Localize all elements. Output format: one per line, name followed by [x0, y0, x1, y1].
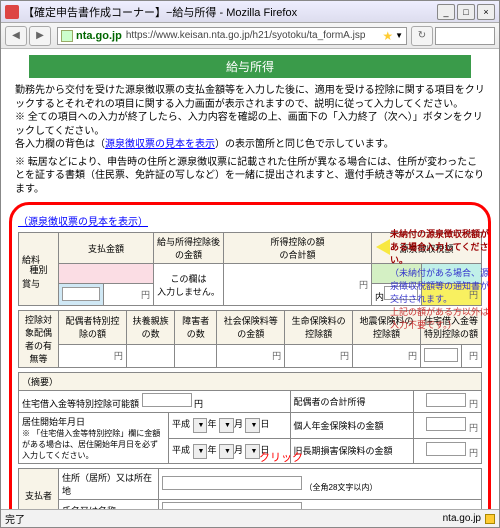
sec4-r2: 氏名又は名称 [59, 500, 159, 510]
col-kind: 種別 [19, 233, 59, 306]
row-bonus: 賞与 [22, 277, 40, 290]
url-full: https://www.keisan.nta.go.jp/h21/syotoku… [126, 30, 382, 41]
sec4-label: 支払者 [19, 469, 59, 510]
input-housing[interactable] [424, 348, 458, 362]
col-deduct: 所得控除の額 の合計額 [224, 233, 372, 264]
url-host: nta.go.jp [76, 30, 122, 42]
sec2-v2 [126, 344, 174, 367]
sec2-c4: 社会保険料等の金額 [217, 311, 285, 345]
url-bar[interactable]: nta.go.jp https://www.keisan.nta.go.jp/h… [57, 27, 407, 45]
search-box[interactable] [435, 27, 495, 45]
titlebar: 【確定申告書作成コーナー】−給与所得 - Mozilla Firefox _ □… [1, 1, 499, 23]
sec3-r2: 個人年金保険料の金額 [290, 413, 413, 439]
input-payer-addr[interactable] [162, 476, 302, 490]
cell-pay-pink [59, 264, 154, 284]
sec2-c3: 障害者の数 [175, 311, 217, 345]
input-spouse[interactable] [426, 393, 466, 407]
sec3-date1: 平成 年 月 日 [169, 413, 291, 439]
select-y2[interactable] [193, 444, 208, 459]
bookmark-icon[interactable]: ★ [382, 29, 393, 43]
cell-pay-yen: 円 [104, 284, 154, 306]
status-host: nta.go.jp [443, 513, 481, 524]
back-button[interactable]: ◀ [5, 26, 27, 46]
sec3-r1: 配偶者の合計所得 [290, 391, 413, 413]
instr-p1: 勤務先から交付を受けた源泉徴収票の支払金額等を入力した後に、適用を受ける控除に関… [15, 84, 485, 111]
lock-icon [61, 30, 73, 42]
sec4-r1v: （全角28文字以内） [159, 469, 482, 500]
statusbar: 完了 nta.go.jp [1, 509, 499, 527]
sec4-r1: 住所（居所）又は所在地 [59, 469, 159, 500]
sec2-v7b: 円 [462, 344, 482, 367]
page-title: 給与所得 [29, 55, 471, 78]
sec2-v4: 円 [217, 344, 285, 367]
firefox-icon [5, 5, 19, 19]
sec3-r2v: 円 [413, 413, 481, 439]
sec2-v1: 円 [59, 344, 127, 367]
input-payer-name[interactable] [162, 502, 302, 509]
window-title: 【確定申告書作成コーナー】−給与所得 - Mozilla Firefox [23, 4, 435, 20]
sec3-r1v: 円 [413, 391, 481, 413]
input-housing-possible[interactable] [142, 393, 192, 407]
forward-button[interactable]: ▶ [29, 26, 51, 46]
instructions: 勤務先から交付を受けた源泉徴収票の支払金額等を入力した後に、適用を受ける控除に関… [15, 84, 485, 196]
cell-deduct-sum: 円 [224, 264, 372, 306]
sec2-c1: 配偶者特別控除の額 [59, 311, 127, 345]
sec2-v6: 円 [353, 344, 421, 367]
reload-button[interactable]: ↻ [411, 26, 433, 46]
sec2-c2: 扶養親族の数 [126, 311, 174, 345]
sec3-line2: 居住開始年月日 ※ 「住宅借入金等特別控除」欄に金額がある場合は、居住開始年月日… [19, 413, 169, 464]
select-d1[interactable] [245, 418, 260, 433]
status-left: 完了 [5, 511, 25, 526]
page-content: 給与所得 勤務先から交付を受けた源泉徴収票の支払金額等を入力した後に、適用を受け… [1, 49, 499, 509]
status-lock-icon [485, 514, 495, 524]
select-y1[interactable] [193, 418, 208, 433]
minimize-button[interactable]: _ [437, 4, 455, 20]
sec2-v7a [421, 344, 462, 367]
sec3-r3v: 円 [413, 438, 481, 464]
col-pay: 支払金額 [59, 233, 154, 264]
input-bonus[interactable] [62, 287, 100, 301]
row-salary: 給料 [22, 253, 40, 266]
close-button[interactable]: × [477, 4, 495, 20]
instr-p2: ※ 全ての項目への入力が終了したら、入力内容を確認の上、画面下の「入力終了（次へ… [15, 111, 485, 138]
click-label: クリック [221, 449, 341, 465]
toolbar: ◀ ▶ nta.go.jp https://www.keisan.nta.go.… [1, 23, 499, 49]
sec4-r2v: （全角28文字以内） [159, 500, 482, 510]
instr-p3: 各入力欄の背色は（源泉徴収票の見本を表示）の表示箇所と同じ色で示しています。 [15, 138, 485, 152]
side-note: 未納付の源泉徴収税額がある場合入力してください。 （未納付がある場合、源泉徴収税… [390, 227, 490, 331]
input-longterm[interactable] [426, 442, 466, 456]
maximize-button[interactable]: □ [457, 4, 475, 20]
arrow-icon [376, 239, 390, 255]
sec2-label: 控除対象配偶者の有無等 [19, 311, 59, 368]
sample-link[interactable]: 源泉徴収票の見本を表示 [105, 139, 215, 150]
select-m1[interactable] [219, 418, 234, 433]
dropdown-icon[interactable]: ▼ [395, 31, 403, 40]
sec2-v5: 円 [285, 344, 353, 367]
sec2-v3 [175, 344, 217, 367]
cell-pay-blue [59, 284, 104, 306]
sec3-title: （摘要） [19, 373, 482, 391]
sec4-table: 支払者 住所（居所）又は所在地 （全角28文字以内） 氏名又は名称 （全角28文… [18, 468, 482, 509]
cell-mid-note: この欄は 入力しません。 [154, 264, 224, 306]
col-after: 給与所得控除後 の金額 [154, 233, 224, 264]
sec3-line1: 住宅借入金等特別控除可能額 円 [19, 391, 291, 413]
instr-p4: ※ 転居などにより、申告時の住所と源泉徴収票に記載された住所が異なる場合には、住… [15, 156, 485, 197]
show-sample-link[interactable]: （源泉徴収票の見本を表示） [18, 213, 148, 228]
input-pension[interactable] [426, 417, 466, 431]
sec2-c5: 生命保険料の控除額 [285, 311, 353, 345]
